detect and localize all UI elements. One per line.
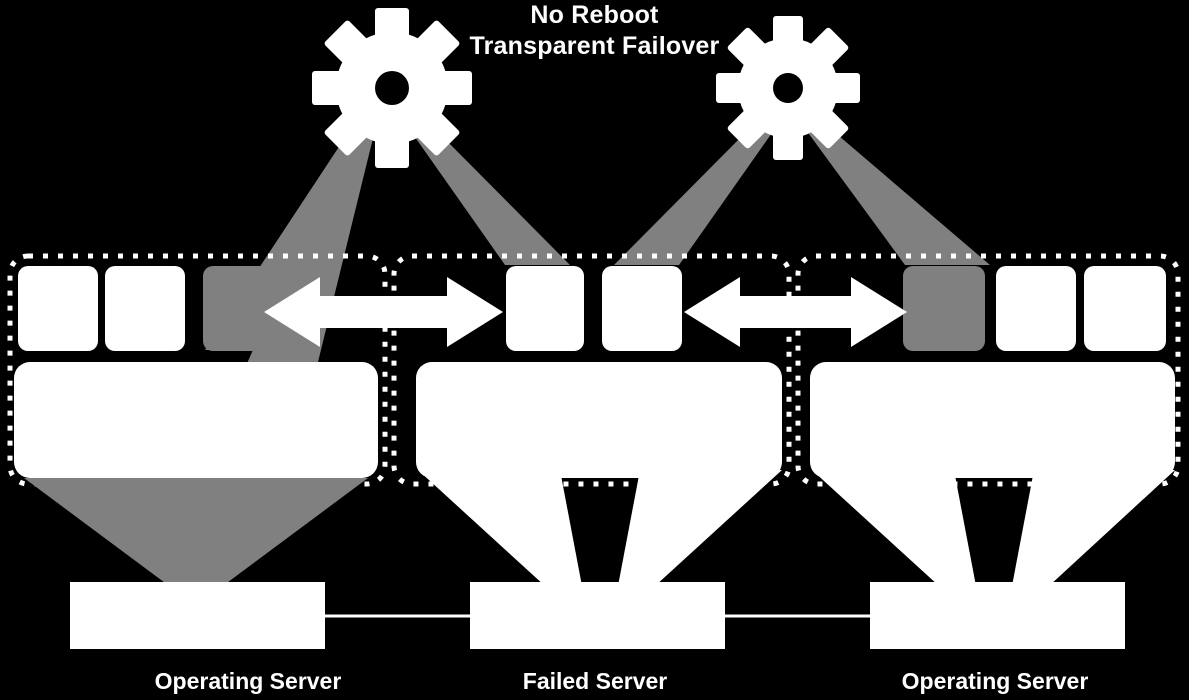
label-mid-server: Failed Server xyxy=(522,668,668,694)
label-left-server: Operating Server xyxy=(154,668,342,694)
gear-left-icon xyxy=(312,8,472,168)
label-right-server: Operating Server xyxy=(901,668,1089,694)
gear-right-icon xyxy=(716,16,860,160)
gear-layer xyxy=(312,8,860,168)
diagram-canvas: No Reboot Transparent Failover Operating… xyxy=(0,0,1189,700)
